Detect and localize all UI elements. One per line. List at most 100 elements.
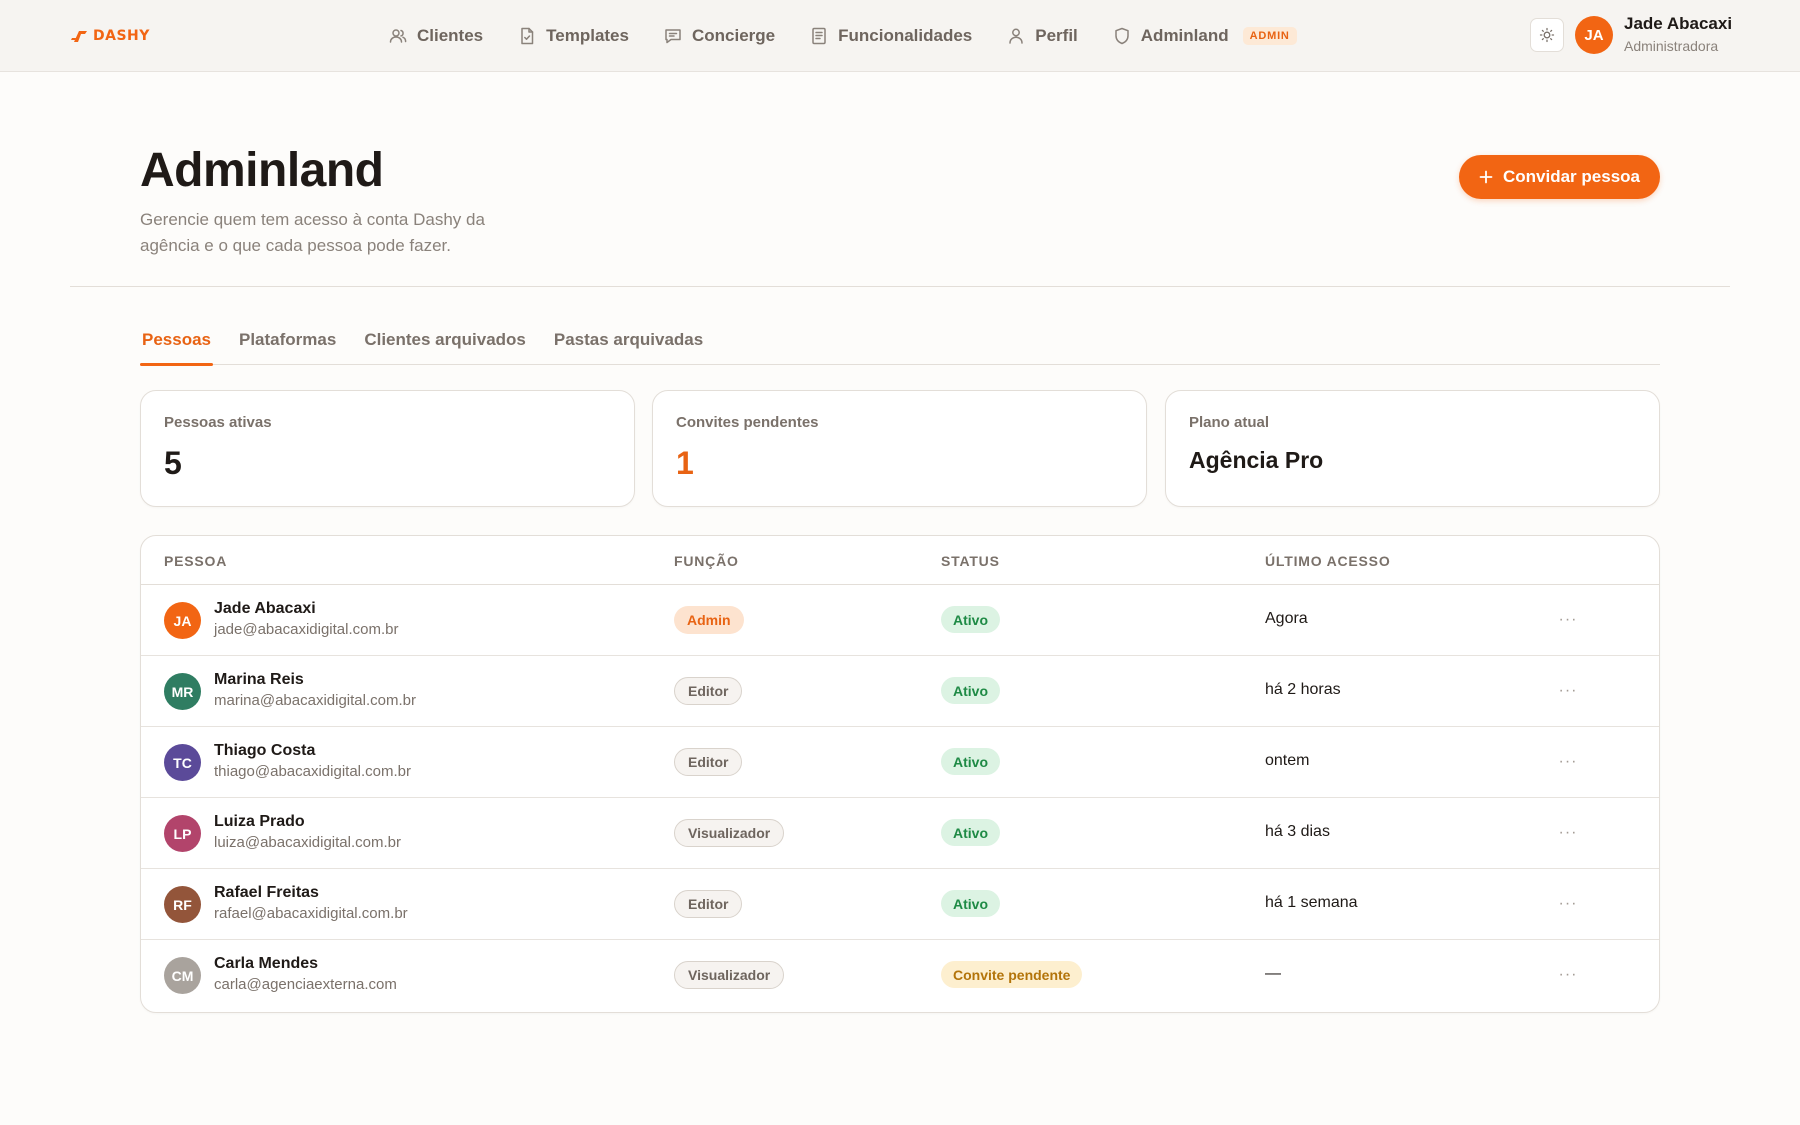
top-navigation-bar: DASHY Clientes Templates Concierge Funci… bbox=[0, 0, 1800, 72]
column-header-pessoa: PESSOA bbox=[164, 553, 228, 569]
person-email: thiago@abacaxidigital.com.br bbox=[214, 763, 411, 780]
more-options-icon[interactable]: ··· bbox=[1555, 749, 1581, 775]
page-title: Adminland bbox=[140, 144, 384, 197]
admin-badge: ADMIN bbox=[1242, 27, 1297, 45]
person-email: jade@abacaxidigital.com.br bbox=[214, 621, 399, 638]
person-email: marina@abacaxidigital.com.br bbox=[214, 692, 416, 709]
table-row[interactable]: JA Jade Abacaxi jade@abacaxidigital.com.… bbox=[141, 585, 1659, 656]
dashy-logo[interactable]: DASHY bbox=[70, 25, 150, 47]
status-badge: Ativo bbox=[941, 890, 1000, 917]
person-name: Thiago Costa bbox=[214, 742, 316, 759]
last-access: há 3 dias bbox=[1265, 823, 1330, 840]
plus-icon bbox=[1479, 170, 1493, 184]
table-row[interactable]: TC Thiago Costa thiago@abacaxidigital.co… bbox=[141, 727, 1659, 798]
role-badge: Editor bbox=[674, 748, 743, 776]
more-options-icon[interactable]: ··· bbox=[1555, 891, 1581, 917]
person-email: carla@agenciaexterna.com bbox=[214, 976, 397, 993]
nav-item-adminland[interactable]: Adminland ADMIN bbox=[1112, 26, 1297, 46]
more-options-icon[interactable]: ··· bbox=[1555, 607, 1581, 633]
more-options-icon[interactable]: ··· bbox=[1555, 962, 1581, 988]
more-options-icon[interactable]: ··· bbox=[1555, 820, 1581, 846]
status-badge: Ativo bbox=[941, 819, 1000, 846]
table-row[interactable]: LP Luiza Prado luiza@abacaxidigital.com.… bbox=[141, 798, 1659, 869]
header-divider bbox=[70, 286, 1730, 287]
tab-pessoas[interactable]: Pessoas bbox=[140, 320, 213, 366]
role-badge: Visualizador bbox=[674, 819, 785, 847]
more-options-icon[interactable]: ··· bbox=[1555, 678, 1581, 704]
nav-label: Adminland bbox=[1140, 26, 1229, 45]
role-badge: Admin bbox=[674, 606, 744, 634]
dashy-logo-icon bbox=[71, 31, 87, 42]
nav-label: Funcionalidades bbox=[838, 26, 973, 45]
status-badge: Ativo bbox=[941, 748, 1000, 775]
page-subtitle: Gerencie quem tem acesso à conta Dashy d… bbox=[140, 210, 485, 255]
adminland-tabs: Pessoas Plataformas Clientes arquivados … bbox=[140, 320, 1660, 366]
theme-toggle-button[interactable] bbox=[1530, 18, 1564, 52]
stat-label: Pessoas ativas bbox=[164, 414, 272, 431]
sun-icon bbox=[1539, 27, 1555, 43]
person-name: Carla Mendes bbox=[214, 955, 319, 972]
avatar: JA bbox=[164, 602, 201, 639]
tab-clientes-arquivados[interactable]: Clientes arquivados bbox=[362, 320, 528, 365]
avatar: TC bbox=[164, 744, 201, 781]
last-access: há 2 horas bbox=[1265, 681, 1341, 698]
stat-card-active-people: Pessoas ativas 5 bbox=[140, 390, 635, 507]
stat-label: Plano atual bbox=[1189, 414, 1270, 431]
last-access: — bbox=[1265, 965, 1281, 982]
users-icon bbox=[389, 29, 407, 43]
avatar: CM bbox=[164, 957, 201, 994]
chat-icon bbox=[665, 29, 681, 44]
nav-item-funcionalidades[interactable]: Funcionalidades bbox=[809, 26, 972, 46]
column-header-ultimo-acesso: ÚLTIMO ACESSO bbox=[1265, 553, 1391, 569]
avatar: MR bbox=[164, 673, 201, 710]
stat-value: 1 bbox=[676, 445, 694, 481]
last-access: ontem bbox=[1265, 752, 1310, 769]
stat-card-pending-invites: Convites pendentes 1 bbox=[652, 390, 1147, 507]
table-row[interactable]: CM Carla Mendes carla@agenciaexterna.com… bbox=[141, 940, 1659, 1011]
nav-label: Clientes bbox=[417, 26, 484, 45]
person-email: luiza@abacaxidigital.com.br bbox=[214, 834, 401, 851]
tab-pastas-arquivadas[interactable]: Pastas arquivadas bbox=[552, 320, 705, 365]
nav-item-perfil[interactable]: Perfil bbox=[1006, 26, 1078, 46]
person-name: Rafael Freitas bbox=[214, 884, 319, 901]
user-avatar[interactable]: JA bbox=[1575, 16, 1613, 54]
nav-item-clientes[interactable]: Clientes bbox=[388, 26, 483, 46]
nav-label: Perfil bbox=[1035, 26, 1078, 45]
avatar: RF bbox=[164, 886, 201, 923]
invite-button-label: Convidar pessoa bbox=[1503, 167, 1640, 186]
brand-name: DASHY bbox=[93, 28, 150, 44]
stat-value: Agência Pro bbox=[1189, 447, 1324, 473]
role-badge: Visualizador bbox=[674, 961, 785, 989]
stat-label: Convites pendentes bbox=[676, 414, 819, 431]
file-check-icon bbox=[521, 27, 534, 45]
table-row[interactable]: RF Rafael Freitas rafael@abacaxidigital.… bbox=[141, 869, 1659, 940]
person-name: Luiza Prado bbox=[214, 813, 305, 830]
stat-value: 5 bbox=[164, 445, 182, 481]
stat-card-current-plan: Plano atual Agência Pro bbox=[1165, 390, 1660, 507]
user-icon bbox=[1009, 28, 1023, 44]
person-email: rafael@abacaxidigital.com.br bbox=[214, 905, 408, 922]
people-table: PESSOA FUNÇÃO STATUS ÚLTIMO ACESSO JA Ja… bbox=[140, 535, 1660, 1013]
main-nav: Clientes Templates Concierge Funcionalid… bbox=[388, 0, 1331, 72]
person-name: Jade Abacaxi bbox=[214, 600, 316, 617]
person-name: Marina Reis bbox=[214, 671, 304, 688]
status-badge: Ativo bbox=[941, 606, 1000, 633]
user-name[interactable]: Jade Abacaxi bbox=[1624, 14, 1732, 34]
last-access: há 1 semana bbox=[1265, 894, 1358, 911]
nav-label: Templates bbox=[546, 26, 629, 45]
nav-item-templates[interactable]: Templates bbox=[517, 26, 629, 46]
role-badge: Editor bbox=[674, 677, 743, 705]
nav-item-concierge[interactable]: Concierge bbox=[663, 26, 775, 46]
tab-plataformas[interactable]: Plataformas bbox=[237, 320, 338, 365]
status-badge: Ativo bbox=[941, 677, 1000, 704]
document-icon bbox=[812, 27, 826, 45]
table-row[interactable]: MR Marina Reis marina@abacaxidigital.com… bbox=[141, 656, 1659, 727]
last-access: Agora bbox=[1265, 610, 1308, 627]
status-badge: Convite pendente bbox=[941, 961, 1083, 988]
table-header: PESSOA FUNÇÃO STATUS ÚLTIMO ACESSO bbox=[141, 536, 1659, 585]
nav-label: Concierge bbox=[691, 26, 776, 45]
shield-icon bbox=[1115, 27, 1129, 45]
invite-person-button[interactable]: Convidar pessoa bbox=[1459, 155, 1660, 199]
avatar: LP bbox=[164, 815, 201, 852]
column-header-status: STATUS bbox=[941, 553, 1000, 569]
